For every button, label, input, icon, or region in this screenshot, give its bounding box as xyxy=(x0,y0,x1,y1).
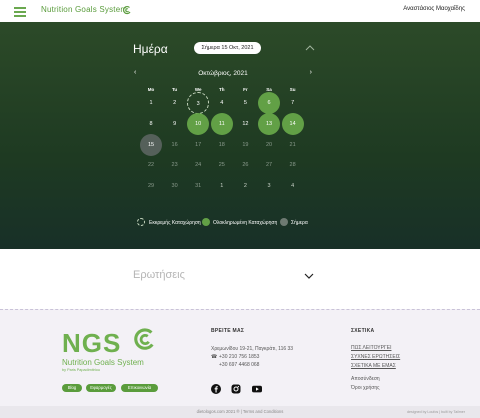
footer-logo-text: NGS xyxy=(62,328,122,358)
month-label: Οκτώβριος, 2021 xyxy=(198,70,248,77)
calendar-day[interactable]: 21 xyxy=(282,134,304,156)
footer: NGS Nutrition Goals System by Paris Papa… xyxy=(0,309,480,406)
questions-section[interactable]: Ερωτήσεις xyxy=(0,249,480,309)
calendar-day[interactable]: 15 xyxy=(140,133,162,156)
menu-icon[interactable] xyxy=(14,7,26,17)
calendar-day[interactable]: 1 xyxy=(140,92,162,114)
legend-pending-label: Εκκρεμής Καταχώρηση xyxy=(149,219,201,226)
contact-heading: ΒΡΕΙΤΕ ΜΑΣ xyxy=(211,328,245,334)
address: Χρεμωνίδου 19-21, Παγκράτι, 116 33 xyxy=(211,346,294,352)
calendar-day[interactable]: 22 xyxy=(140,154,162,176)
calendar-day[interactable]: 7 xyxy=(282,92,304,114)
brand-name[interactable]: Nutrition Goals System xyxy=(41,5,127,14)
calendar-grid: 1 2 3 4 5 6 7 8 9 10 11 12 13 14 15 16 17 18 19 20 21 22 23 24 2… xyxy=(140,92,306,211)
brand-logo-icon xyxy=(123,5,131,15)
done-legend-icon xyxy=(202,218,210,226)
calendar-day[interactable]: 11 xyxy=(210,112,233,135)
today-button[interactable]: Σήμερα 15 Οκτ, 2021 xyxy=(194,42,261,54)
logout-link[interactable]: Αποσύνδεση xyxy=(351,376,380,382)
top-bar: Nutrition Goals System Αναστάσιος Μαοχαΐ… xyxy=(0,0,480,22)
calendar-day[interactable]: 2 xyxy=(164,92,186,114)
chevron-up-icon[interactable] xyxy=(305,44,315,52)
calendar-day[interactable]: 5 xyxy=(234,92,256,114)
calendar-day[interactable]: 3 xyxy=(187,92,210,114)
next-month-icon[interactable]: › xyxy=(310,69,312,76)
calendar-day[interactable]: 18 xyxy=(211,134,233,156)
designed-by: designed by Loufos | built by Tailmer xyxy=(406,409,465,414)
questions-title: Ερωτήσεις xyxy=(133,269,185,281)
legend-today-label: Σήμερα xyxy=(291,219,308,226)
calendar-day[interactable]: 1 xyxy=(211,175,233,197)
calendar-day[interactable]: 23 xyxy=(164,154,186,176)
tag-blog[interactable]: Blog xyxy=(62,384,82,392)
calendar-day[interactable]: 20 xyxy=(258,134,280,156)
user-name[interactable]: Αναστάσιος Μαοχαΐδης xyxy=(403,6,465,12)
calendar-day[interactable]: 9 xyxy=(164,113,186,135)
calendar-day[interactable]: 4 xyxy=(211,92,233,114)
calendar-day[interactable]: 24 xyxy=(187,154,209,176)
youtube-icon[interactable] xyxy=(252,384,262,394)
calendar-day[interactable]: 12 xyxy=(234,113,256,135)
facebook-icon[interactable] xyxy=(211,384,221,394)
calendar-day[interactable]: 8 xyxy=(140,113,162,135)
calendar-day[interactable]: 2 xyxy=(234,175,256,197)
calendar-day[interactable]: 19 xyxy=(234,134,256,156)
calendar-day[interactable]: 17 xyxy=(187,134,209,156)
calendar-day[interactable]: 4 xyxy=(282,175,304,197)
link-about-us[interactable]: ΣΧΕΤΙΚΑ ΜΕ ΕΜΑΣ xyxy=(351,363,396,369)
link-faq[interactable]: ΣΥΧΝΕΣ ΕΡΩΤΗΣΕΙΣ xyxy=(351,354,400,360)
month-navigation: ‹ Οκτώβριος, 2021 › xyxy=(134,69,312,79)
calendar-section: Ημέρα Σήμερα 15 Οκτ, 2021 ‹ Οκτώβριος, 2… xyxy=(0,22,480,249)
phone-1[interactable]: +30 210 756 1853 xyxy=(219,354,259,360)
calendar-day[interactable]: 30 xyxy=(164,175,186,197)
today-legend-icon xyxy=(280,218,288,226)
chevron-down-icon[interactable] xyxy=(304,273,314,279)
calendar-title: Ημέρα xyxy=(133,42,168,56)
footer-brand-name: Nutrition Goals System xyxy=(62,358,144,367)
footer-brand-by: by Paris Papadimitriou xyxy=(62,368,100,372)
phone-icon: ☎ xyxy=(211,354,218,360)
calendar-day[interactable]: 14 xyxy=(281,112,304,135)
pending-legend-icon xyxy=(137,218,145,226)
calendar-day[interactable]: 10 xyxy=(187,112,210,135)
calendar-day[interactable]: 3 xyxy=(258,175,280,197)
calendar-day[interactable]: 28 xyxy=(282,154,304,176)
calendar-day[interactable]: 13 xyxy=(258,112,280,135)
footer-logo-icon xyxy=(134,328,154,350)
tag-apps[interactable]: Εφαρμογές xyxy=(86,384,116,392)
instagram-icon[interactable] xyxy=(231,384,241,394)
phone-2[interactable]: +30 697 4468 068 xyxy=(219,362,259,368)
calendar-day[interactable]: 27 xyxy=(258,154,280,176)
calendar-day[interactable]: 16 xyxy=(164,134,186,156)
tag-contact[interactable]: Επικοινωνία xyxy=(121,384,158,392)
calendar-day[interactable]: 29 xyxy=(140,175,162,197)
calendar-day[interactable]: 6 xyxy=(258,92,280,114)
legend-done-label: Ολοκληρωμένη Καταχώρηση xyxy=(213,219,278,226)
bottom-bar: dietologos.com 2021 ® | Terms and Condit… xyxy=(0,406,480,418)
about-heading: ΣΧΕΤΙΚΑ xyxy=(351,328,375,334)
calendar-day[interactable]: 31 xyxy=(187,175,209,197)
terms-link[interactable]: Όροι χρήσης xyxy=(351,385,380,391)
calendar-day[interactable]: 25 xyxy=(211,154,233,176)
calendar-day[interactable]: 26 xyxy=(234,154,256,176)
link-how-it-works[interactable]: ΠΩΣ ΛΕΙΤΟΥΡΓΕΙ xyxy=(351,345,391,351)
